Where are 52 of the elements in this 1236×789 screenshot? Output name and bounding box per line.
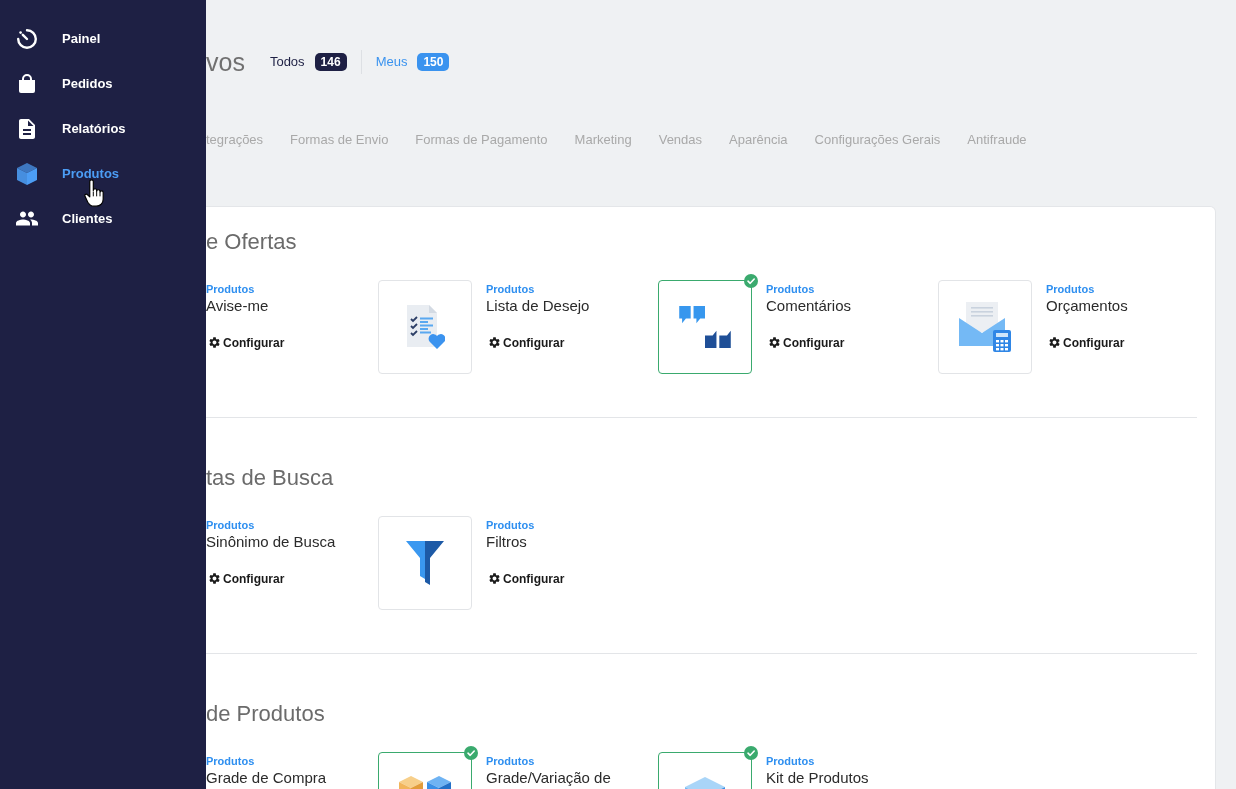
app-name: Avise-me bbox=[206, 295, 269, 316]
configure-button[interactable]: Configurar bbox=[769, 334, 845, 351]
configure-button[interactable]: Configurar bbox=[209, 334, 285, 351]
checklist-heart-icon bbox=[405, 304, 445, 349]
configure-button[interactable]: Configurar bbox=[489, 334, 565, 351]
gear-icon bbox=[489, 573, 500, 584]
app-name: Comentários bbox=[766, 295, 852, 316]
app-name: Grade de Compra bbox=[206, 767, 327, 788]
gear-icon bbox=[209, 573, 220, 584]
category-label: Produtos bbox=[1046, 281, 1095, 296]
gear-icon bbox=[489, 337, 500, 348]
sidebar-item[interactable]: Painel bbox=[16, 27, 101, 50]
section-title: e Ofertas bbox=[206, 227, 298, 256]
hand-cursor-icon bbox=[84, 179, 104, 207]
sidebar-item[interactable]: Relatórios bbox=[16, 118, 126, 139]
count-badge: 150 bbox=[417, 53, 450, 71]
sidebar-item[interactable]: Clientes bbox=[16, 208, 113, 229]
category-label: Produtos bbox=[206, 281, 255, 296]
app-name: Kit de Produtos bbox=[766, 767, 869, 788]
count-badge: 146 bbox=[314, 53, 347, 71]
configure-button[interactable]: Configurar bbox=[1049, 334, 1125, 351]
category-label: Produtos bbox=[486, 281, 535, 296]
gear-icon bbox=[769, 337, 780, 348]
app-name: Filtros bbox=[486, 531, 527, 552]
app-name: Lista de Desejo bbox=[486, 295, 590, 316]
quotes-icon bbox=[679, 305, 731, 348]
app-name: Orçamentos bbox=[1046, 295, 1128, 316]
sidebar-item[interactable]: Produtos bbox=[16, 162, 120, 185]
gear-icon bbox=[209, 337, 220, 348]
sidebar-item[interactable]: Pedidos bbox=[16, 73, 113, 94]
category-label: Produtos bbox=[766, 281, 815, 296]
app-name: Grade/Variação de bbox=[486, 767, 611, 788]
app-name: Sinônimo de Busca bbox=[206, 531, 336, 552]
filter-link[interactable]: Todos bbox=[269, 52, 305, 72]
section-title: de Produtos bbox=[206, 699, 326, 728]
people-icon bbox=[16, 211, 38, 226]
category-label: Produtos bbox=[206, 753, 255, 768]
section-title: tas de Busca bbox=[206, 463, 335, 492]
gear-icon bbox=[1049, 337, 1060, 348]
envelope-calculator-icon bbox=[959, 301, 1011, 352]
page-title: vos bbox=[206, 47, 245, 77]
timer-icon bbox=[16, 27, 38, 50]
category-label: Produtos bbox=[766, 753, 815, 768]
cube-icon bbox=[17, 162, 37, 185]
configure-button[interactable]: Configurar bbox=[489, 570, 565, 587]
category-label: Produtos bbox=[486, 517, 535, 532]
funnel-icon bbox=[406, 540, 444, 585]
shopping-bag-icon bbox=[18, 73, 36, 94]
document-icon bbox=[19, 118, 35, 139]
category-label: Produtos bbox=[486, 753, 535, 768]
configure-button[interactable]: Configurar bbox=[209, 570, 285, 587]
category-label: Produtos bbox=[206, 517, 255, 532]
